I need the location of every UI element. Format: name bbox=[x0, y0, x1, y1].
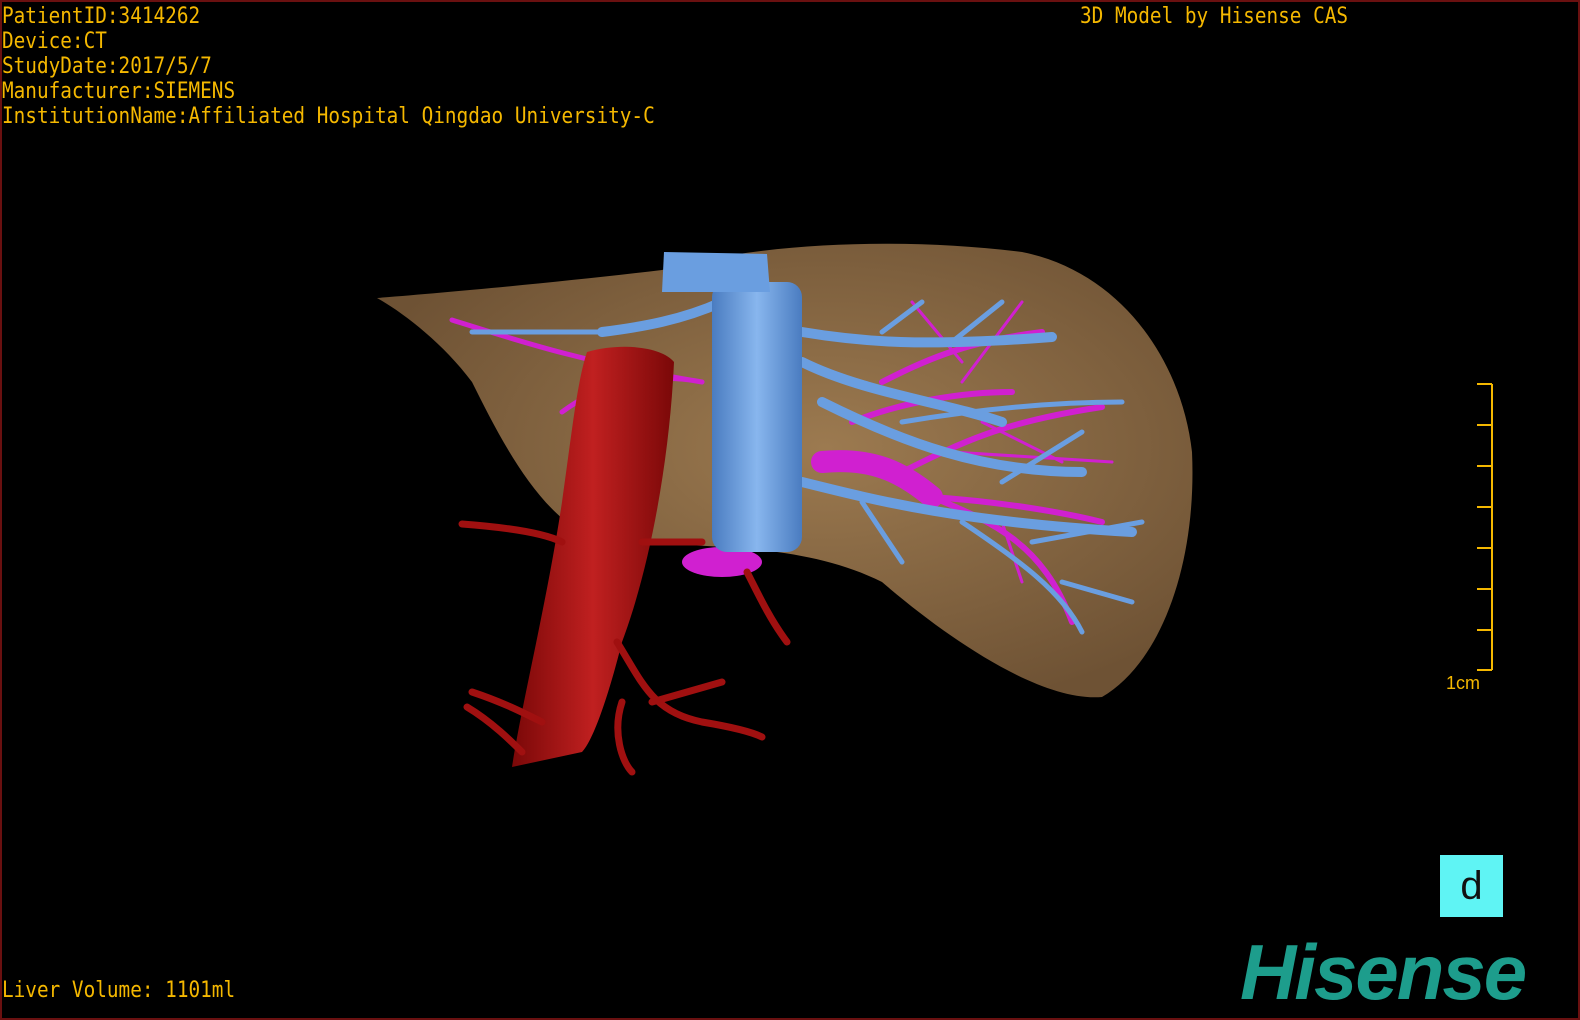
hisense-logo: Hisense bbox=[1240, 928, 1527, 1016]
institution-name: InstitutionName:Affiliated Hospital Qing… bbox=[2, 104, 655, 129]
scale-bar bbox=[1477, 383, 1493, 671]
liver-volume: Liver Volume: 1101ml bbox=[2, 978, 236, 1003]
model-credit: 3D Model by Hisense CAS bbox=[1080, 4, 1349, 29]
patient-id: PatientID:3414262 bbox=[2, 4, 201, 29]
liver-3d-model[interactable] bbox=[2, 2, 1580, 1020]
study-date: StudyDate:2017/5/7 bbox=[2, 54, 212, 79]
orientation-cube[interactable]: d bbox=[1440, 855, 1503, 917]
scale-bar-label: 1cm bbox=[1446, 673, 1481, 693]
patient-info-overlay: PatientID:3414262 Device:CT StudyDate:2017… bbox=[2, 4, 655, 129]
3d-viewport[interactable]: PatientID:3414262 Device:CT StudyDate:2017… bbox=[0, 0, 1580, 1020]
manufacturer: Manufacturer:SIEMENS bbox=[2, 79, 236, 104]
device: Device:CT bbox=[2, 29, 107, 54]
orientation-face-label: d bbox=[1460, 863, 1483, 908]
